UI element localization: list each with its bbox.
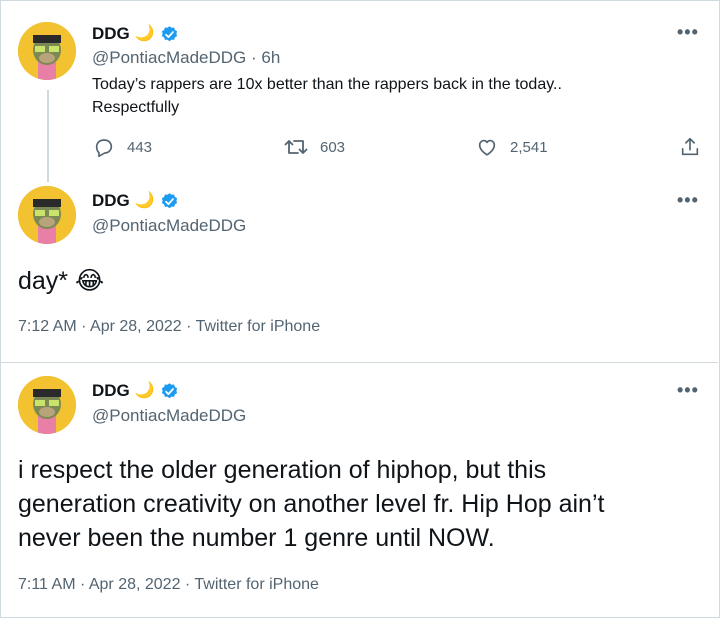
tweet-text-line-2: generation creativity on another level f… — [18, 490, 605, 518]
author-handle-row: @PontiacMadeDDG · 6h — [92, 48, 280, 68]
author-handle[interactable]: @PontiacMadeDDG — [92, 406, 246, 426]
avatar[interactable] — [18, 376, 76, 434]
tweet-timestamp[interactable]: 7:12 AM · Apr 28, 2022 · Twitter for iPh… — [18, 318, 320, 336]
divider — [0, 362, 718, 363]
like-button[interactable]: 2,541 — [476, 136, 548, 158]
author-name[interactable]: DDG — [92, 191, 130, 211]
verified-badge-icon — [161, 382, 177, 398]
retweet-count: 603 — [320, 138, 346, 156]
avatar[interactable] — [18, 22, 76, 80]
author-name[interactable]: DDG — [92, 381, 130, 401]
retweet-icon — [284, 140, 308, 154]
author-handle[interactable]: @PontiacMadeDDG — [92, 216, 246, 236]
verified-badge-icon — [161, 25, 177, 41]
tweet-timestamp[interactable]: 7:11 AM · Apr 28, 2022 · Twitter for iPh… — [18, 576, 319, 594]
more-options-icon[interactable]: ••• — [677, 190, 699, 211]
time-ago[interactable]: · 6h — [251, 48, 280, 67]
share-icon — [681, 137, 699, 156]
verified-badge-icon — [161, 192, 177, 208]
author-handle[interactable]: @PontiacMadeDDG — [92, 48, 246, 67]
ape-avatar-icon — [18, 186, 76, 244]
moon-emoji: 🌙 — [134, 382, 155, 399]
reply-count: 443 — [127, 138, 153, 156]
share-button[interactable] — [679, 136, 701, 158]
reply-button[interactable]: 443 — [93, 136, 152, 158]
tweet-text: day* 😂 — [18, 267, 105, 295]
ape-avatar-icon — [18, 376, 76, 434]
tweet-text-line-2: Respectfully — [92, 99, 180, 116]
ape-avatar-icon — [18, 22, 76, 80]
tweet-text-line-1: i respect the older generation of hiphop… — [18, 456, 547, 484]
author-name-row: DDG 🌙 — [92, 191, 179, 211]
author-name-row: DDG 🌙 — [92, 24, 179, 44]
retweet-button[interactable]: 603 — [284, 136, 345, 158]
author-name-row: DDG 🌙 — [92, 381, 179, 401]
tweet-text-line-1: Today’s rappers are 10x better than the … — [92, 76, 562, 93]
thread-connector-line — [47, 90, 49, 182]
moon-emoji: 🌙 — [134, 192, 155, 209]
tweet-text-line-3: never been the number 1 genre until NOW. — [18, 524, 495, 552]
author-name[interactable]: DDG — [92, 24, 130, 44]
moon-emoji: 🌙 — [134, 25, 155, 42]
more-options-icon[interactable]: ••• — [677, 380, 699, 401]
avatar[interactable] — [18, 186, 76, 244]
more-options-icon[interactable]: ••• — [677, 22, 699, 43]
like-count: 2,541 — [510, 138, 548, 156]
heart-icon — [478, 139, 496, 156]
reply-icon — [95, 139, 113, 157]
